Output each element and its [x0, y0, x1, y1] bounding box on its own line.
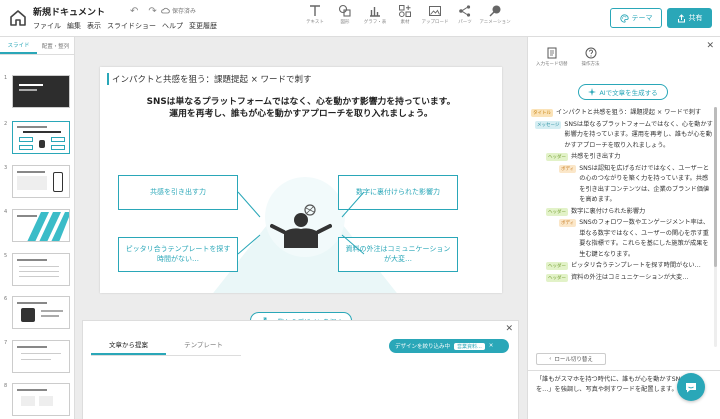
role-switch-button[interactable]: ‹ ロール切り替え — [536, 353, 606, 365]
shape-icon — [338, 4, 351, 17]
chart-icon — [370, 7, 380, 17]
input-mode-icon — [547, 47, 557, 59]
note-text[interactable]: 「誰もがスマホを持つ時代に、誰もが心を動かすSNSを…」を強調し、写真や刺すワー… — [536, 375, 686, 394]
slide-thumbnail-7[interactable]: 7 — [0, 340, 75, 380]
menu-bar: ファイル 編集 表示 スライドショー ヘルプ 変更履歴 — [33, 21, 217, 31]
tab-arrange[interactable]: 配置・整列 — [37, 37, 74, 54]
outline-item[interactable]: メッセージ SNSは単なるプラットフォームではなく、心を動かす影響力を持っていま… — [528, 120, 714, 152]
input-mode-toggle[interactable]: 入力モード切替 — [536, 47, 568, 67]
slide-thumbnail-1[interactable]: 1 — [0, 75, 75, 115]
slide-thumbnail-2[interactable]: 2 — [0, 121, 75, 161]
suggestion-tabs: 文章から提案 テンプレート — [91, 339, 241, 356]
filter-close-icon[interactable]: ✕ — [489, 343, 494, 349]
design-suggestion-panel: ✕ 文章から提案 テンプレート デザインを絞り込み中 営業資料... ✕ — [82, 320, 519, 419]
menu-help[interactable]: ヘルプ — [162, 21, 183, 31]
tab-template[interactable]: テンプレート — [166, 339, 241, 355]
tool-parts[interactable]: パーツ — [452, 4, 478, 25]
slide-canvas[interactable]: インパクトと共感を狙う：課題提起 × ワードで刺す SNSは単なるプラットフォー… — [100, 67, 502, 293]
slide-thumbnail-5[interactable]: 5 — [0, 253, 75, 293]
slide-thumbnail-6[interactable]: 6 — [0, 296, 75, 336]
share-icon — [677, 13, 685, 22]
menu-slideshow[interactable]: スライドショー — [107, 21, 156, 31]
parts-icon — [459, 5, 471, 17]
text-icon — [310, 5, 320, 16]
chat-icon — [686, 383, 696, 393]
slide-thumbnail-4[interactable]: 4 — [0, 209, 75, 249]
theme-button[interactable]: テーマ — [610, 8, 662, 28]
menu-edit[interactable]: 編集 — [67, 21, 81, 31]
help-icon — [585, 47, 596, 59]
insert-toolbar: テキスト 図形 グラフ・表 素材 アップロード パーツ アニメーション — [302, 4, 511, 25]
outline-item[interactable]: ヘッダー ピッタリ合うテンプレートを探す時間がない… — [528, 261, 714, 272]
slide-thumbnail-8[interactable]: 8 — [0, 383, 75, 419]
upload-icon — [429, 6, 441, 16]
palette-icon — [619, 13, 629, 23]
menu-file[interactable]: ファイル — [33, 21, 61, 31]
animation-icon — [489, 5, 501, 17]
undo-redo-group: ↶ ↷ — [130, 6, 157, 17]
outline-scrollbar[interactable] — [713, 107, 718, 347]
outline-item[interactable]: ヘッダー 共感を引き出す力 — [528, 152, 714, 163]
cloud-icon — [161, 7, 170, 14]
slide-thumbnail-sidebar: スライド 配置・整列 1 2 3 4 5 6 7 8 — [0, 37, 75, 419]
divider — [528, 370, 720, 371]
tool-chart[interactable]: グラフ・表 — [362, 4, 388, 25]
design-filter-pill[interactable]: デザインを絞り込み中 営業資料... ✕ — [389, 339, 509, 353]
person-shrug-icon — [270, 204, 332, 248]
menu-view[interactable]: 表示 — [87, 21, 101, 31]
chat-support-button[interactable] — [677, 373, 705, 401]
sparkle-icon — [588, 88, 597, 96]
outline-tools: 入力モード切替 操作方法 — [536, 47, 600, 67]
undo-icon[interactable]: ↶ — [130, 6, 138, 17]
tool-text[interactable]: テキスト — [302, 4, 328, 25]
close-icon[interactable]: ✕ — [706, 41, 714, 51]
document-title[interactable]: 新規ドキュメント — [33, 5, 105, 18]
tool-material[interactable]: 素材 — [392, 4, 418, 25]
tab-text-suggest[interactable]: 文章から提案 — [91, 339, 166, 355]
menu-history[interactable]: 変更履歴 — [189, 21, 217, 31]
help-button[interactable]: 操作方法 — [582, 47, 600, 67]
chevron-left-icon: ‹ — [549, 356, 552, 362]
slide-thumbnail-3[interactable]: 3 — [0, 165, 75, 205]
tab-slides[interactable]: スライド — [0, 37, 37, 54]
outline-item[interactable]: ヘッダー 数字に裏付けられた影響力 — [528, 207, 714, 218]
home-button[interactable] — [7, 7, 29, 29]
save-status: 保存済み — [161, 6, 196, 15]
material-icon — [399, 5, 411, 17]
filter-chip: 営業資料... — [454, 342, 485, 350]
outline-item[interactable]: ボディ SNSのフォロワー数やエンゲージメント率は、単なる数字ではなく、ユーザー… — [528, 218, 714, 260]
close-icon[interactable]: ✕ — [505, 324, 513, 334]
home-icon — [10, 10, 26, 26]
tool-upload[interactable]: アップロード — [422, 4, 449, 25]
outline-list: タイトル インパクトと共感を狙う：課題提起 × ワードで刺す メッセージ SNS… — [528, 108, 714, 285]
outline-item[interactable]: タイトル インパクトと共感を狙う：課題提起 × ワードで刺す — [528, 108, 714, 119]
tool-shape[interactable]: 図形 — [332, 4, 358, 25]
share-button[interactable]: 共有 — [667, 8, 712, 28]
top-header: 新規ドキュメント ファイル 編集 表示 スライドショー ヘルプ 変更履歴 ↶ ↷… — [0, 0, 720, 37]
outline-item[interactable]: ヘッダー 資料の外注はコミュニケーションが大変… — [528, 273, 714, 284]
redo-icon[interactable]: ↷ — [148, 6, 156, 17]
tool-animation[interactable]: アニメーション — [479, 4, 511, 25]
outline-panel: ✕ 入力モード切替 操作方法 AIで文章を生成する タイトル インパクトと共感を… — [527, 37, 720, 419]
outline-item[interactable]: ボディ SNSは認知を広げるだけではなく、ユーザーとの心のつながりを築く力を持っ… — [528, 164, 714, 206]
ai-generate-button[interactable]: AIで文章を生成する — [578, 84, 668, 100]
sidebar-tabs: スライド 配置・整列 — [0, 37, 74, 55]
